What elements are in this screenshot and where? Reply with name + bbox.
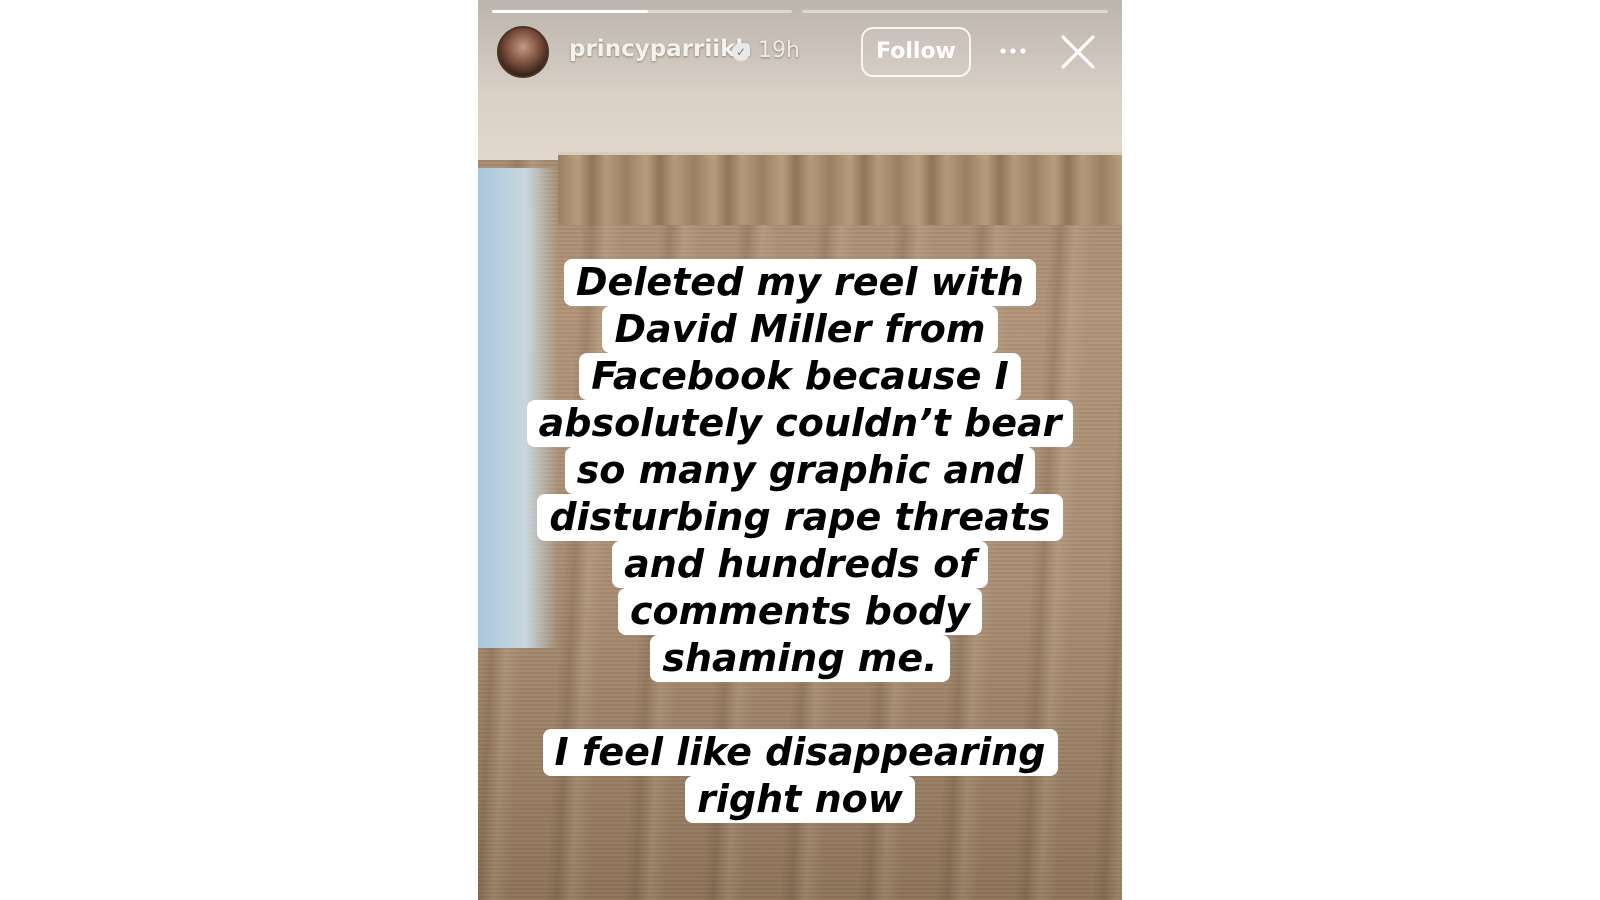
post-time: 19h: [758, 38, 800, 63]
caption-line: and hundreds of: [612, 541, 988, 588]
avatar[interactable]: [497, 26, 549, 78]
caption-line: David Miller from: [602, 306, 998, 353]
caption-line: so many graphic and: [564, 447, 1036, 494]
story-viewer[interactable]: princyparriikh ✓ 19h Follow Deleted my r…: [478, 0, 1122, 900]
more-options-icon[interactable]: [998, 36, 1028, 66]
caption-line: shaming me.: [650, 635, 950, 682]
story-progress-bar-1: [492, 10, 792, 13]
caption-line: Facebook because I: [579, 353, 1021, 400]
caption-line: I feel like disappearing: [542, 729, 1058, 776]
close-icon[interactable]: [1060, 34, 1096, 70]
caption-text-block-2: I feel like disappearing right now: [478, 729, 1122, 823]
story-progress-bar-2: [802, 10, 1108, 13]
ceiling-background: [478, 0, 1122, 160]
curtain-pleats: [558, 152, 1122, 225]
follow-button[interactable]: Follow: [861, 27, 971, 77]
username[interactable]: princyparriikh: [569, 36, 752, 62]
caption-line: disturbing rape threats: [537, 494, 1063, 541]
caption-line: absolutely couldn’t bear: [526, 400, 1074, 447]
verified-badge-icon: ✓: [732, 43, 750, 61]
caption-text-block-1: Deleted my reel with David Miller from F…: [478, 259, 1122, 682]
caption-line: Deleted my reel with: [564, 259, 1036, 306]
caption-line: right now: [685, 776, 915, 823]
caption-line: comments body: [618, 588, 982, 635]
story-progress-fill-1: [492, 10, 648, 13]
